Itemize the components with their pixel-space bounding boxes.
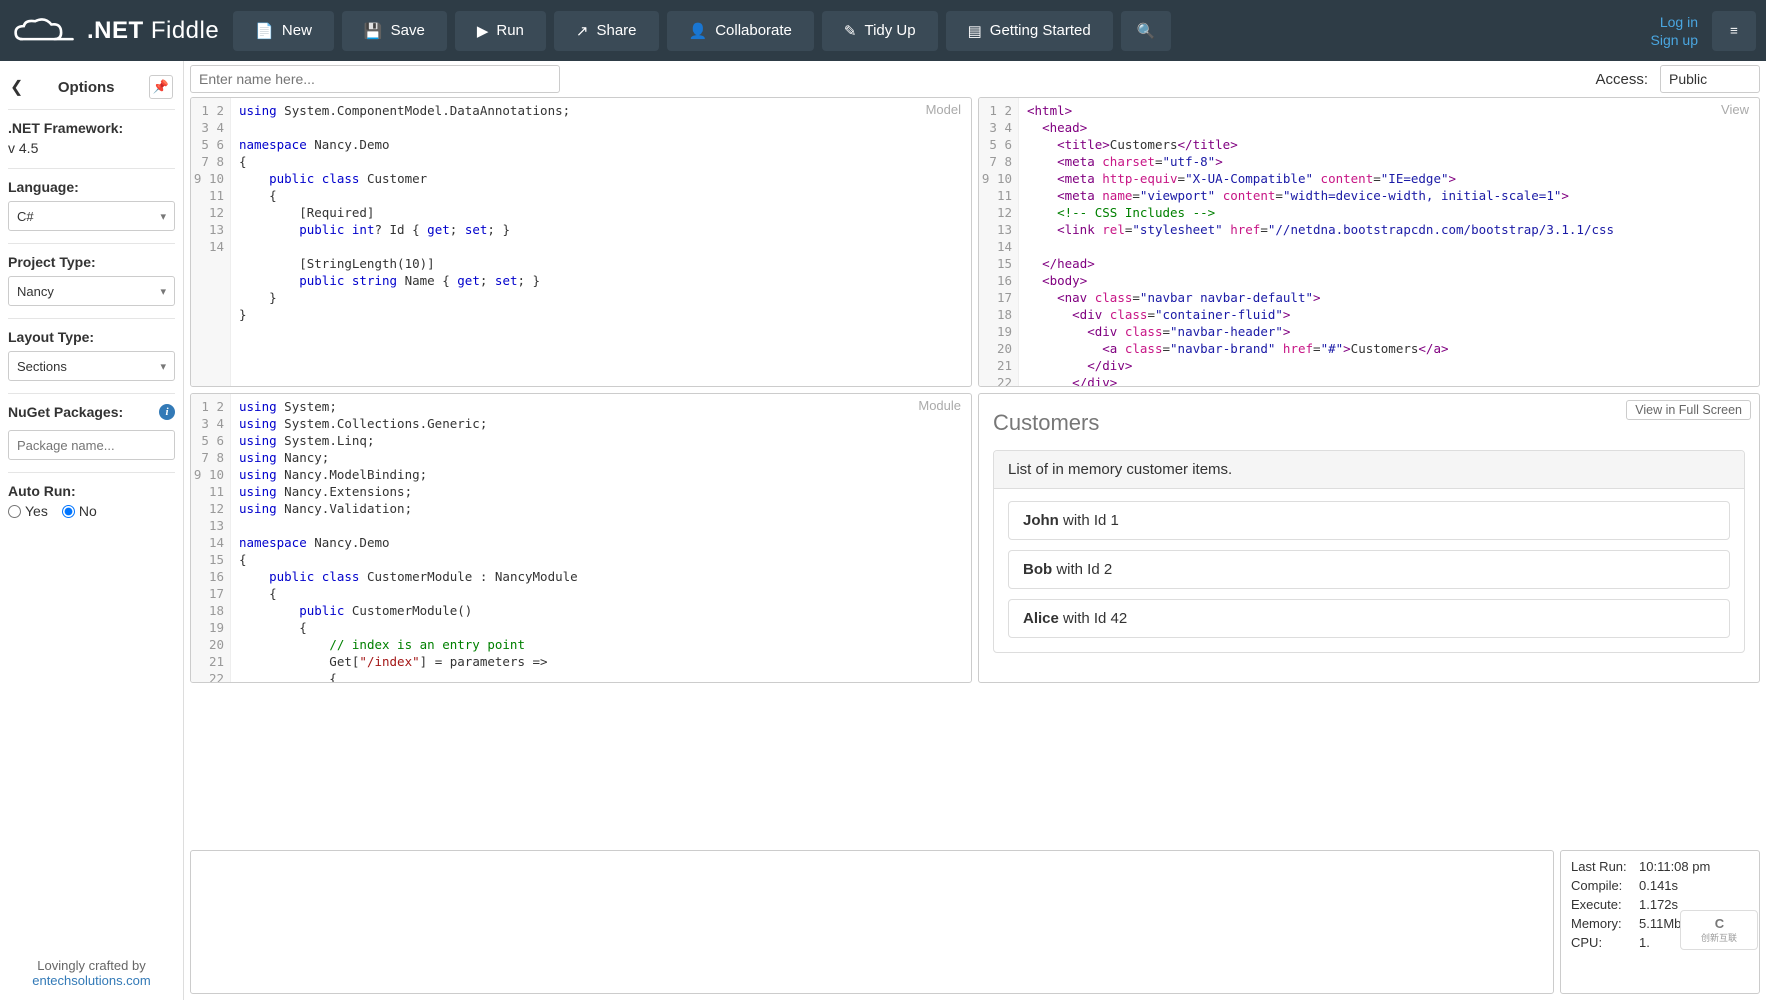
auth-links: Log in Sign up (1651, 14, 1704, 48)
cloud-icon (14, 18, 79, 44)
view-editor-pane[interactable]: View 1 2 3 4 5 6 7 8 9 10 11 12 13 14 15… (978, 97, 1760, 387)
options-sidebar: ❮ Options 📌 .NET Framework: v 4.5 Langua… (0, 61, 184, 1000)
line-gutter: 1 2 3 4 5 6 7 8 9 10 11 12 13 14 15 16 1… (191, 394, 231, 682)
menu-icon: ≡ (1730, 23, 1738, 38)
access-select[interactable]: Public (1660, 65, 1760, 93)
brand-logo[interactable]: .NET Fiddle (10, 17, 225, 45)
share-icon: ↗ (576, 22, 589, 40)
getting-started-button[interactable]: ▤Getting Started (946, 11, 1113, 51)
signup-link[interactable]: Sign up (1651, 32, 1698, 48)
book-icon: ▤ (968, 22, 982, 40)
chevron-down-icon: ▾ (160, 360, 166, 373)
save-button[interactable]: 💾Save (342, 11, 447, 51)
hamburger-menu-button[interactable]: ≡ (1712, 11, 1756, 51)
wand-icon: ✎ (844, 22, 857, 40)
share-button[interactable]: ↗Share (554, 11, 659, 51)
panel-body: John with Id 1 Bob with Id 2 Alice with Id… (994, 489, 1744, 652)
user-icon: 👤 (689, 22, 708, 40)
output-console[interactable] (190, 850, 1554, 994)
collaborate-button[interactable]: 👤Collaborate (667, 11, 814, 51)
sidebar-footer: Lovingly crafted by entechsolutions.com (8, 958, 175, 1000)
new-button[interactable]: 📄New (233, 11, 334, 51)
autorun-label: Auto Run: (8, 483, 175, 499)
search-icon: 🔍 (1137, 22, 1156, 40)
sidebar-title: Options (58, 79, 115, 96)
list-item: Bob with Id 2 (1008, 550, 1730, 589)
pin-button[interactable]: 📌 (149, 75, 173, 99)
collapse-sidebar-icon[interactable]: ❮ (10, 77, 23, 97)
brand-prefix: .NET (87, 17, 144, 44)
model-editor-pane[interactable]: Model 1 2 3 4 5 6 7 8 9 10 11 12 13 14 u… (190, 97, 972, 387)
brand-suffix: Fiddle (151, 17, 219, 44)
secondary-toolbar: Access: Public (184, 61, 1766, 97)
project-type-label: Project Type: (8, 254, 175, 270)
nuget-label: NuGet Packages: i (8, 404, 175, 420)
save-icon: 💾 (364, 22, 383, 40)
panel-heading: List of in memory customer items. (994, 451, 1744, 489)
framework-label: .NET Framework: (8, 120, 175, 136)
view-code[interactable]: <html> <head> <title>Customers</title> <… (1019, 98, 1759, 386)
line-gutter: 1 2 3 4 5 6 7 8 9 10 11 12 13 14 (191, 98, 231, 386)
autorun-no-radio[interactable]: No (62, 503, 97, 519)
list-item: Alice with Id 42 (1008, 599, 1730, 638)
search-button[interactable]: 🔍 (1121, 11, 1172, 51)
login-link[interactable]: Log in (1660, 14, 1698, 30)
framework-value: v 4.5 (8, 140, 175, 156)
tidy-up-button[interactable]: ✎Tidy Up (822, 11, 938, 51)
watermark-badge: C创新互联 (1680, 910, 1758, 950)
language-select[interactable]: C#▾ (8, 201, 175, 231)
access-label: Access: (1595, 71, 1648, 88)
run-button[interactable]: ▶Run (455, 11, 546, 51)
preview-pane: View in Full Screen Customers List of in… (978, 393, 1760, 683)
module-editor-pane[interactable]: Module 1 2 3 4 5 6 7 8 9 10 11 12 13 14 … (190, 393, 972, 683)
nuget-search-input[interactable] (8, 430, 175, 460)
project-type-select[interactable]: Nancy▾ (8, 276, 175, 306)
view-fullscreen-button[interactable]: View in Full Screen (1626, 400, 1751, 420)
list-item: John with Id 1 (1008, 501, 1730, 540)
layout-type-select[interactable]: Sections▾ (8, 351, 175, 381)
chevron-down-icon: ▾ (160, 210, 166, 223)
language-label: Language: (8, 179, 175, 195)
pin-icon: 📌 (153, 79, 169, 95)
module-code[interactable]: using System; using System.Collections.G… (231, 394, 971, 682)
layout-type-label: Layout Type: (8, 329, 175, 345)
top-navbar: .NET Fiddle 📄New 💾Save ▶Run ↗Share 👤Coll… (0, 0, 1766, 61)
line-gutter: 1 2 3 4 5 6 7 8 9 10 11 12 13 14 15 16 1… (979, 98, 1019, 386)
preview-panel: List of in memory customer items. John w… (993, 450, 1745, 653)
fiddle-name-input[interactable] (190, 65, 560, 93)
autorun-yes-radio[interactable]: Yes (8, 503, 48, 519)
play-icon: ▶ (477, 22, 489, 40)
file-icon: 📄 (255, 22, 274, 40)
chevron-down-icon: ▾ (160, 285, 166, 298)
footer-link[interactable]: entechsolutions.com (32, 973, 151, 988)
model-code[interactable]: using System.ComponentModel.DataAnnotati… (231, 98, 971, 386)
info-icon[interactable]: i (159, 404, 175, 420)
